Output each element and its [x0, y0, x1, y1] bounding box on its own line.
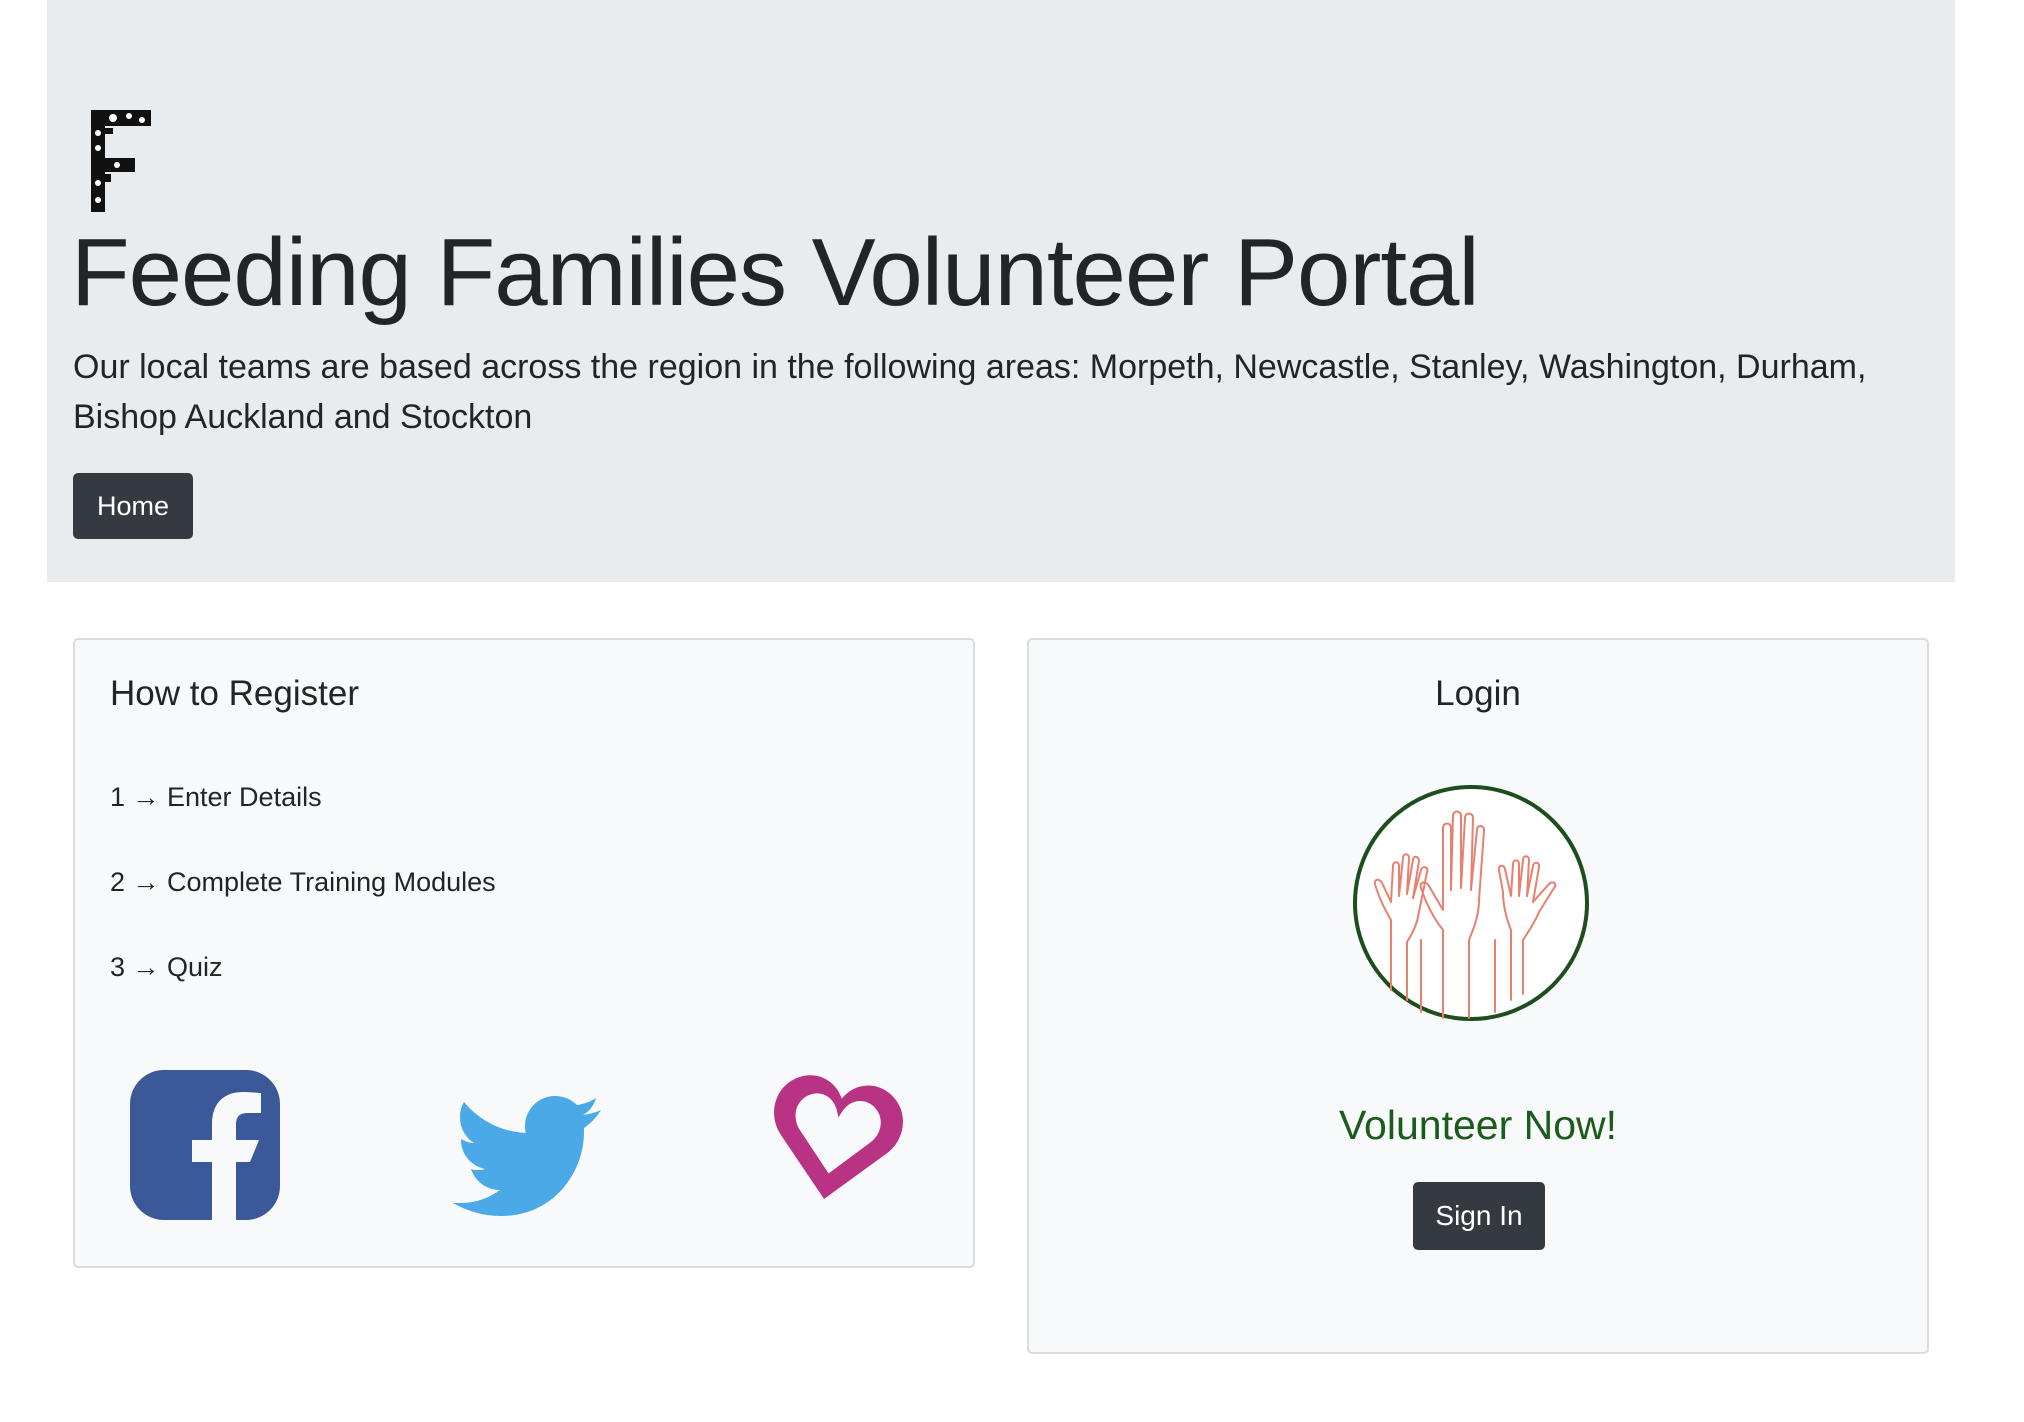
register-steps-list: 1 → Enter Details 2 → Complete Training … — [110, 780, 496, 1035]
register-step: 1 → Enter Details — [110, 782, 322, 812]
twitter-icon[interactable] — [445, 1080, 605, 1220]
letter-f-logo-icon — [91, 110, 151, 212]
home-button[interactable]: Home — [73, 473, 193, 539]
sign-in-button[interactable]: Sign In — [1413, 1182, 1545, 1250]
page-title: Feeding Families Volunteer Portal — [71, 219, 1480, 326]
raised-hands-icon — [1353, 785, 1589, 1021]
facebook-icon[interactable] — [130, 1070, 280, 1220]
login-card-title: Login — [1435, 674, 1521, 713]
register-card: How to Register 1 → Enter Details 2 → Co… — [73, 638, 975, 1268]
volunteer-now-heading: Volunteer Now! — [1338, 1102, 1618, 1148]
social-links — [75, 1070, 973, 1230]
register-step: 3 → Quiz — [110, 952, 223, 982]
heart-icon[interactable] — [765, 1070, 905, 1205]
register-card-title: How to Register — [110, 674, 359, 713]
header-lead-text: Our local teams are based across the reg… — [73, 348, 1867, 436]
page: Feeding Families Volunteer Portal Our lo… — [0, 0, 2024, 1422]
login-card: Login Volunteer Now! Sign In — [1027, 638, 1929, 1354]
register-step: 2 → Complete Training Modules — [110, 867, 496, 897]
